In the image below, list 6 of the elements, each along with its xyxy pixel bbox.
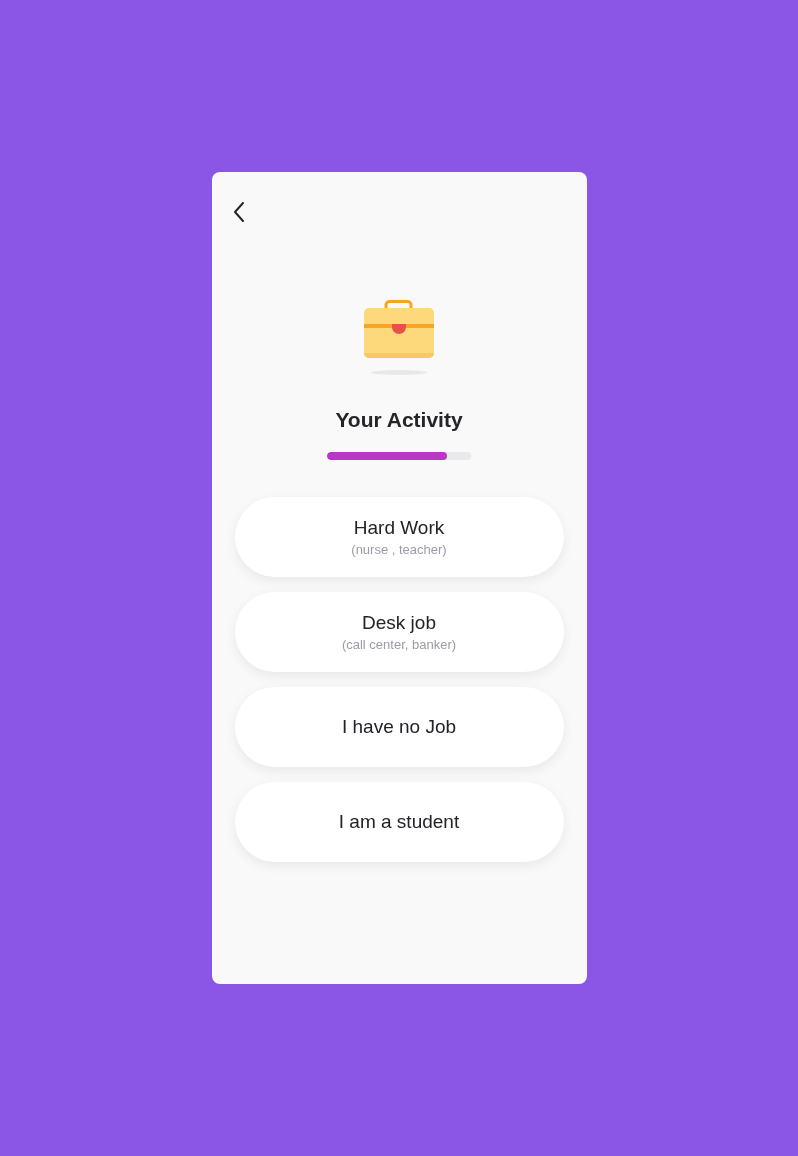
option-button[interactable]: Hard Work (nurse , teacher) <box>234 497 564 577</box>
option-button[interactable]: Desk job (call center, banker) <box>234 592 564 672</box>
screen-title: Your Activity <box>335 407 463 433</box>
option-button[interactable]: I am a student <box>234 782 564 862</box>
option-button[interactable]: I have no Job <box>234 687 564 767</box>
briefcase-icon <box>364 300 434 376</box>
